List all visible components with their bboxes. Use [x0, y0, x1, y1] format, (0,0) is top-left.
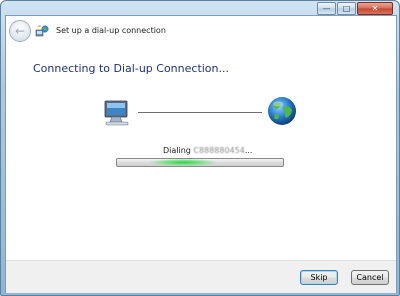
page-heading: Connecting to Dial-up Connection...: [33, 62, 230, 75]
dial-up-wizard-icon: [35, 25, 49, 37]
back-button[interactable]: ←: [9, 20, 31, 42]
button-bar: Skip Cancel: [6, 260, 396, 293]
dialing-status: Dialing C888880454...: [163, 146, 252, 155]
skip-button[interactable]: Skip: [300, 270, 338, 285]
status-prefix: Dialing: [163, 146, 194, 155]
cancel-button-label: Cancel: [356, 273, 384, 282]
title-bar[interactable]: — □ ✕: [1, 1, 399, 15]
maximize-button[interactable]: □: [337, 2, 356, 15]
wizard-window: — □ ✕ ← Set up a dial-up connection Conn…: [0, 0, 400, 296]
window-controls: — □ ✕: [317, 2, 393, 15]
progress-bar: [116, 158, 284, 167]
progress-glow: [150, 159, 216, 166]
minimize-button[interactable]: —: [317, 2, 336, 15]
phone-number: C888880454: [193, 146, 245, 155]
close-button[interactable]: ✕: [357, 2, 393, 15]
cancel-button[interactable]: Cancel: [351, 270, 389, 285]
connection-line: [138, 112, 262, 113]
back-arrow-icon: ←: [14, 24, 26, 38]
globe-icon: [268, 97, 296, 125]
wizard-client-area: ← Set up a dial-up connection Connecting…: [5, 15, 397, 293]
wizard-title: Set up a dial-up connection: [56, 26, 166, 35]
status-suffix: ...: [244, 146, 253, 155]
wizard-header: ← Set up a dial-up connection: [6, 16, 396, 48]
computer-icon: [104, 100, 129, 126]
skip-button-label: Skip: [310, 273, 328, 282]
